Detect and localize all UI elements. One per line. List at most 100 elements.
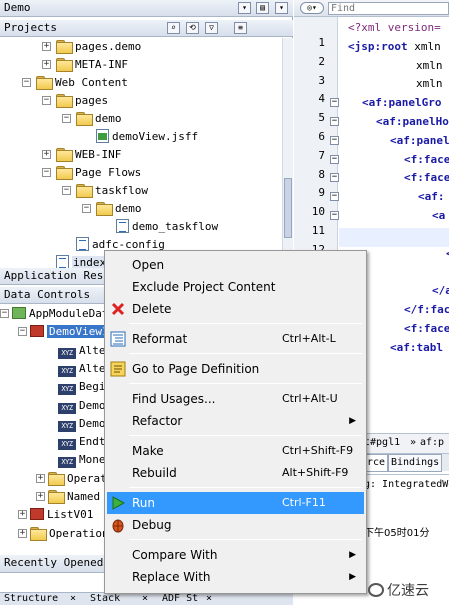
expand-toggle-icon[interactable]: + — [42, 150, 51, 159]
menu-item-go-to-page-definition[interactable]: Go to Page Definition — [107, 358, 364, 380]
breadcrumb-item-2[interactable]: af:p — [420, 434, 444, 452]
code-line[interactable]: <af:panelHo — [376, 115, 449, 128]
log-timestamp: 下午05时01分 — [364, 528, 430, 539]
project-tree-item[interactable]: − demo — [82, 200, 142, 218]
project-tree-item[interactable]: − Page Flows — [42, 164, 141, 182]
tab-bindings[interactable]: Bindings — [388, 454, 443, 472]
data-control-item[interactable]: − AppModuleData — [0, 305, 115, 323]
fold-toggle-icon[interactable]: − — [330, 155, 339, 164]
tree-scrollbar[interactable] — [282, 38, 293, 268]
folder-icon — [36, 76, 53, 90]
project-tree-item[interactable]: demo_taskflow — [116, 218, 218, 236]
expand-toggle-icon[interactable]: + — [36, 474, 45, 483]
menu-item-exclude-project-content[interactable]: Exclude Project Content — [107, 276, 364, 298]
menu-item-make[interactable]: Make Ctrl+Shift-F9 — [107, 440, 364, 462]
code-line[interactable]: <af:tabl — [390, 341, 443, 354]
fold-toggle-icon[interactable]: − — [330, 117, 339, 126]
line-number: 3 — [318, 74, 325, 87]
expand-toggle-icon[interactable]: − — [22, 78, 31, 87]
data-control-label: Named — [67, 490, 101, 503]
app-menu-icon[interactable]: ▤ — [256, 2, 269, 14]
sync-icon[interactable]: ⟲ — [186, 22, 199, 34]
project-tree-item[interactable]: − Web Content — [22, 74, 128, 92]
submenu-arrow-icon: ▶ — [349, 550, 356, 560]
projects-header[interactable]: Projects ⌕ ⟲ ▽ ≡ — [0, 20, 293, 37]
code-line[interactable]: <af: — [418, 190, 445, 203]
project-tree-item[interactable]: + pages.demo — [42, 38, 141, 56]
expand-toggle-icon[interactable]: − — [62, 114, 71, 123]
app-dropdown-icon[interactable]: ▾ — [275, 2, 288, 14]
code-line[interactable]: <af:panel — [390, 134, 449, 147]
data-control-item[interactable]: − DemoView1 — [18, 323, 111, 341]
menu-item-refactor[interactable]: Refactor ▶ — [107, 410, 364, 432]
filter-icon[interactable]: ▽ — [205, 22, 218, 34]
code-line[interactable]: xmln — [416, 77, 443, 90]
xml-tag: <af:panelHo — [376, 115, 449, 128]
expand-toggle-icon[interactable]: − — [62, 186, 71, 195]
code-line[interactable]: <f:face — [404, 171, 449, 184]
tab-stack[interactable]: Stack — [90, 593, 120, 605]
data-control-item[interactable]: + Named — [36, 488, 101, 506]
code-line[interactable]: <a — [432, 209, 445, 222]
xml-attribute: xmln — [416, 77, 443, 90]
expand-toggle-icon[interactable]: − — [82, 204, 91, 213]
menu-item-debug[interactable]: Debug — [107, 514, 364, 536]
fold-toggle-icon[interactable]: − — [330, 211, 339, 220]
project-tree-item[interactable]: + META-INF — [42, 56, 128, 74]
project-tree-item[interactable]: demoView.jsff — [96, 128, 198, 146]
menu-item-run[interactable]: Run Ctrl-F11 — [107, 492, 364, 514]
expand-toggle-icon[interactable]: + — [36, 492, 45, 501]
folder-icon — [56, 40, 73, 54]
expand-toggle-icon[interactable]: − — [18, 327, 27, 336]
menu-item-reformat[interactable]: Reformat Ctrl+Alt-L — [107, 328, 364, 350]
fold-toggle-icon[interactable]: − — [330, 173, 339, 182]
expand-toggle-icon[interactable]: − — [42, 96, 51, 105]
data-control-item[interactable]: + ListV01 — [18, 506, 93, 524]
application-name[interactable]: Demo — [4, 1, 31, 14]
data-control-item[interactable]: + Operat — [36, 470, 107, 488]
expand-toggle-icon[interactable]: + — [42, 42, 51, 51]
code-line[interactable]: <f:face — [404, 322, 449, 335]
fold-toggle-icon[interactable]: − — [330, 192, 339, 201]
code-line[interactable]: <af:panelGro — [362, 96, 441, 109]
xml-tag: <a — [432, 209, 446, 222]
scrollbar-thumb[interactable] — [284, 178, 292, 238]
project-tree-item[interactable]: − demo — [62, 110, 122, 128]
fold-toggle-icon[interactable]: − — [330, 98, 339, 107]
tab-adf-structure[interactable]: ADF St — [162, 593, 198, 605]
code-line[interactable]: </af: — [432, 284, 449, 297]
expand-toggle-icon[interactable]: − — [0, 309, 9, 318]
sort-icon[interactable]: ≡ — [234, 22, 247, 34]
menu-item-compare-with[interactable]: Compare With ▶ — [107, 544, 364, 566]
project-tree-label: demoView.jsff — [112, 130, 199, 143]
project-tree-item[interactable]: − pages — [42, 92, 108, 110]
search-icon[interactable]: ⌕ — [167, 22, 180, 34]
code-line[interactable]: xmln — [416, 59, 443, 72]
tab-structure-close-icon[interactable]: × — [70, 593, 76, 605]
menu-item-rebuild[interactable]: Rebuild Alt+Shift-F9 — [107, 462, 364, 484]
expand-toggle-icon[interactable]: − — [42, 168, 51, 177]
data-control-item[interactable]: + Operation — [18, 525, 109, 543]
code-line[interactable]: <jsp:root xmln — [348, 40, 441, 53]
menu-item-find-usages[interactable]: Find Usages... Ctrl+Alt-U — [107, 388, 364, 410]
menu-item-replace-with[interactable]: Replace With ▶ — [107, 566, 364, 588]
fold-toggle-icon[interactable]: − — [330, 136, 339, 145]
expand-toggle-icon[interactable]: + — [42, 60, 51, 69]
menu-item-delete[interactable]: Delete — [107, 298, 364, 320]
project-tree-item[interactable]: + WEB-INF — [42, 146, 121, 164]
tab-adf-close-icon[interactable]: × — [206, 593, 212, 605]
expand-toggle-icon[interactable]: + — [18, 529, 27, 538]
tab-structure[interactable]: Structure — [4, 593, 58, 605]
project-tree-item[interactable]: − taskflow — [62, 182, 148, 200]
dropdown-icon[interactable]: ▾ — [238, 2, 251, 14]
tab-stack-close-icon[interactable]: × — [142, 593, 148, 605]
breadcrumb-item[interactable]: t#pgl1 — [364, 434, 400, 452]
binoculars-icon[interactable]: ◎▾ — [300, 2, 324, 14]
tab-source[interactable]: rce — [364, 454, 389, 472]
menu-item-open[interactable]: Open — [107, 254, 364, 276]
code-line[interactable]: <f:face — [404, 153, 449, 166]
find-input[interactable] — [328, 2, 449, 15]
expand-toggle-icon[interactable]: + — [18, 510, 27, 519]
code-line[interactable]: </f:fac — [404, 303, 449, 316]
code-line[interactable]: <?xml version= — [348, 21, 441, 34]
